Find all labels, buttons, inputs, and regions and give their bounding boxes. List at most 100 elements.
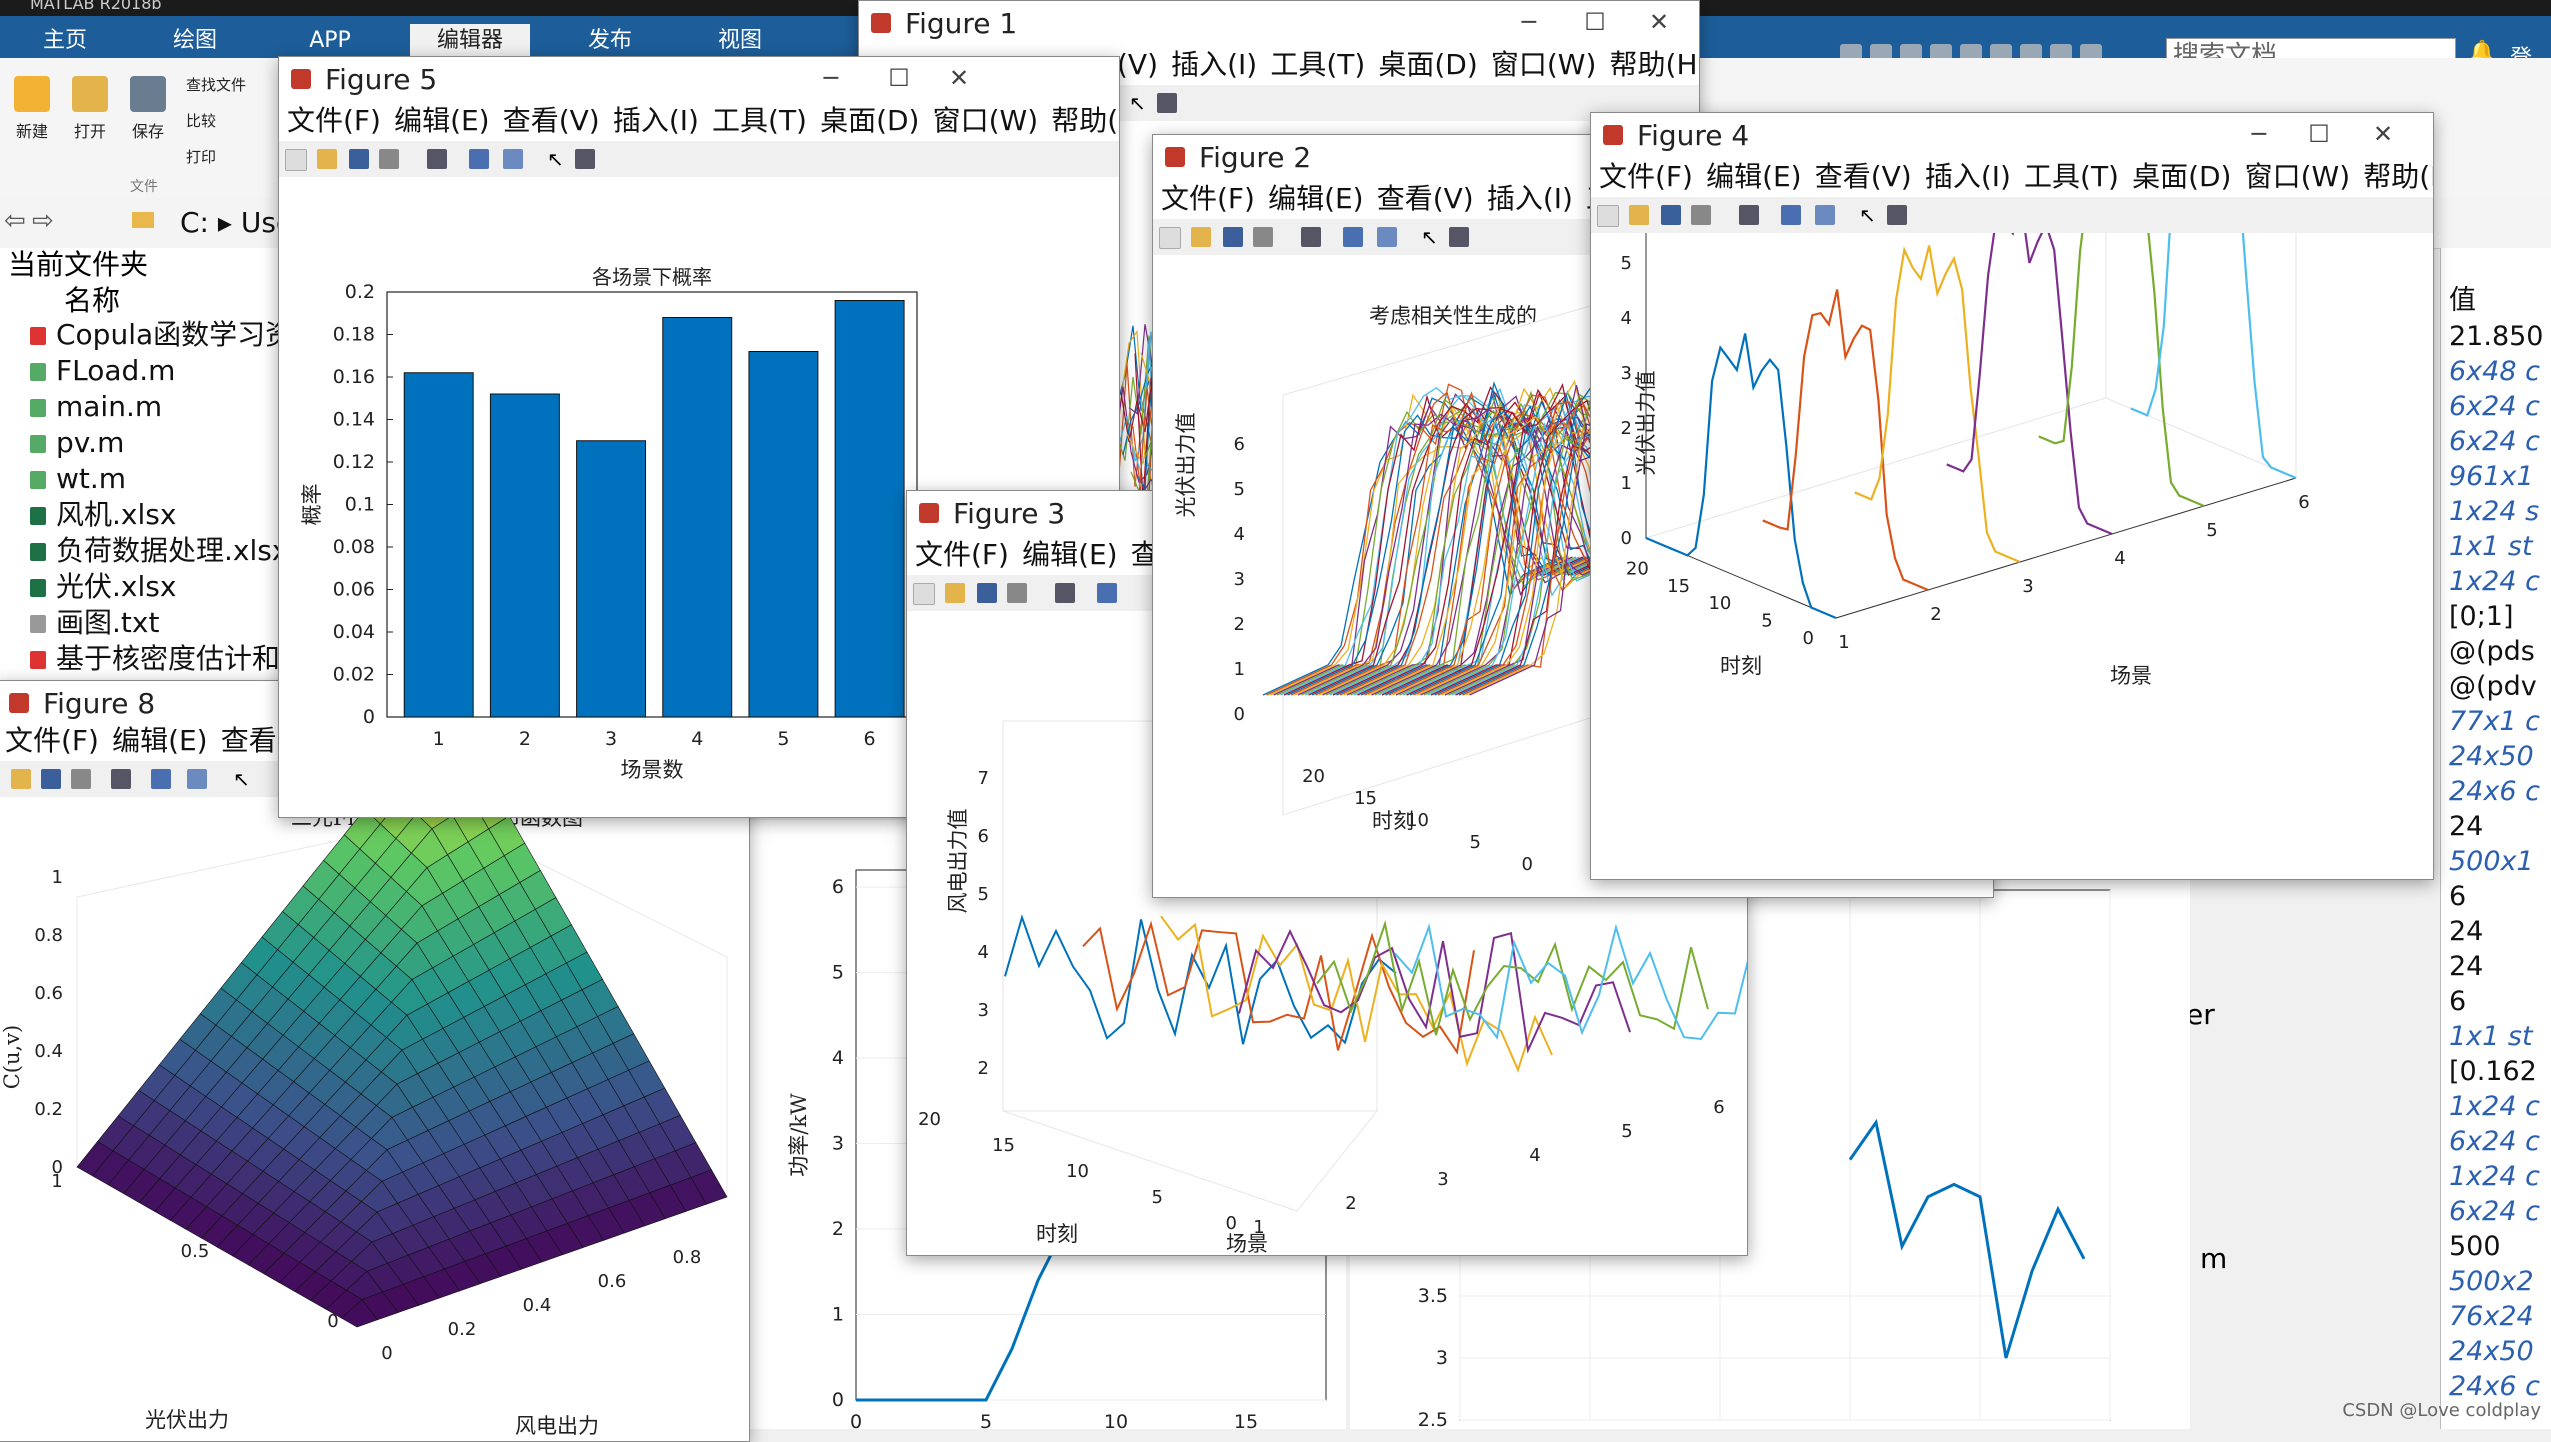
file-list-item[interactable]: 风机.xlsx — [0, 498, 176, 532]
workspace-value[interactable]: 24x50 — [2449, 740, 2534, 774]
print-icon[interactable] — [1253, 227, 1273, 247]
open-icon[interactable] — [11, 769, 31, 789]
menu-help[interactable]: 帮助(H) — [1610, 45, 1699, 85]
workspace-value[interactable]: @(pdv — [2449, 670, 2537, 704]
close-button[interactable]: ✕ — [939, 63, 979, 93]
maximize-button[interactable]: ☐ — [879, 63, 919, 93]
legend-icon[interactable] — [1815, 205, 1835, 225]
menu-view[interactable]: 查看(V) — [503, 101, 600, 141]
save-icon[interactable] — [349, 149, 369, 169]
legend-icon[interactable] — [503, 149, 523, 169]
minimize-button[interactable]: ─ — [2239, 119, 2279, 149]
save-icon[interactable] — [41, 769, 61, 789]
menu-desktop[interactable]: 桌面(D) — [2132, 157, 2231, 197]
save-icon[interactable] — [977, 583, 997, 603]
open-icon[interactable] — [317, 149, 337, 169]
menu-window[interactable]: 窗口(W) — [1491, 45, 1597, 85]
open-icon[interactable] — [945, 583, 965, 603]
menu-desktop[interactable]: 桌面(D) — [820, 101, 919, 141]
workspace-value[interactable]: 961x1 — [2449, 460, 2534, 494]
menu-view[interactable]: (V) — [1117, 45, 1158, 85]
window-title-bar[interactable]: Figure 5 ─ ☐ ✕ — [279, 57, 1119, 101]
menu-insert[interactable]: 插入(I) — [613, 101, 699, 141]
workspace-value[interactable]: 24x6 c — [2449, 1370, 2540, 1404]
link-plot-icon[interactable] — [111, 769, 131, 789]
close-button[interactable]: ✕ — [2363, 119, 2403, 149]
link-plot-icon[interactable] — [1055, 583, 1075, 603]
pointer-icon[interactable]: ↖ — [1859, 205, 1879, 225]
workspace-value[interactable]: 24x6 c — [2449, 775, 2540, 809]
menu-tools[interactable]: 工具(T) — [712, 101, 807, 141]
file-list-item[interactable]: 负荷数据处理.xlsx — [0, 534, 288, 568]
workspace-value[interactable]: 6x24 c — [2449, 1195, 2540, 1229]
workspace-value[interactable]: 1x24 c — [2449, 1090, 2540, 1124]
menu-insert[interactable]: 插入(I) — [1925, 157, 2011, 197]
menu-insert[interactable]: 插入(I) — [1487, 179, 1573, 219]
file-list-item[interactable]: pv.m — [0, 426, 124, 460]
menu-tools[interactable]: 工具(T) — [1270, 45, 1365, 85]
workspace-value[interactable]: 500 — [2449, 1230, 2501, 1264]
file-list-item[interactable]: Copula函数学习资料 — [0, 318, 321, 352]
open-icon[interactable] — [1191, 227, 1211, 247]
workspace-value[interactable]: 6x24 c — [2449, 390, 2540, 424]
menu-window[interactable]: 窗口(W) — [933, 101, 1039, 141]
window-title-bar[interactable]: Figure 4 ─ ☐ ✕ — [1591, 113, 2433, 157]
file-list-item[interactable]: FLoad.m — [0, 354, 175, 388]
workspace-value[interactable]: 24 — [2449, 810, 2483, 844]
back-icon[interactable]: ⇦ — [4, 206, 26, 236]
open-button[interactable]: 打开 — [62, 70, 118, 142]
colorbar-icon[interactable] — [1097, 583, 1117, 603]
workspace-value[interactable]: [0;1] — [2449, 600, 2514, 634]
open-icon[interactable] — [1629, 205, 1649, 225]
maximize-button[interactable]: ☐ — [1575, 7, 1615, 37]
link-plot-icon[interactable] — [1739, 205, 1759, 225]
print-icon[interactable] — [1691, 205, 1711, 225]
close-button[interactable]: ✕ — [1639, 7, 1679, 37]
print-button[interactable]: 打印 — [186, 146, 216, 167]
save-icon[interactable] — [1661, 205, 1681, 225]
menu-edit[interactable]: 编辑(E) — [1706, 157, 1802, 197]
workspace-value[interactable]: 76x24 — [2449, 1300, 2534, 1334]
workspace-value[interactable]: 21.850 — [2449, 320, 2543, 354]
menu-insert[interactable]: 插入(I) — [1171, 45, 1257, 85]
workspace-value[interactable]: 77x1 c — [2449, 705, 2540, 739]
tab-editor[interactable]: 编辑器 — [410, 24, 530, 58]
new-figure-icon[interactable] — [913, 583, 935, 605]
new-figure-icon[interactable] — [1597, 205, 1619, 227]
menu-edit[interactable]: 编辑(E) — [1268, 179, 1364, 219]
property-editor-icon[interactable] — [1157, 93, 1177, 113]
save-icon[interactable] — [1223, 227, 1243, 247]
workspace-value[interactable]: 6x24 c — [2449, 425, 2540, 459]
menu-help[interactable]: 帮助(H) — [2363, 157, 2433, 197]
figure-4-window[interactable]: Figure 4 ─ ☐ ✕ 文件(F) 编辑(E) 查看(V) 插入(I) 工… — [1590, 112, 2434, 880]
pointer-icon[interactable]: ↖ — [547, 149, 567, 169]
property-editor-icon[interactable] — [575, 149, 595, 169]
file-list-item[interactable]: main.m — [0, 390, 162, 424]
tab-home[interactable]: 主页 — [10, 24, 120, 58]
menu-edit[interactable]: 编辑(E) — [112, 721, 208, 761]
menu-view[interactable]: 查看(V) — [1815, 157, 1912, 197]
workspace-value[interactable]: 6 — [2449, 985, 2466, 1019]
workspace-value[interactable]: 24 — [2449, 950, 2483, 984]
workspace-value[interactable]: 1x24 c — [2449, 1160, 2540, 1194]
window-title-bar[interactable]: Figure 1 ─ ☐ ✕ — [859, 1, 1699, 45]
workspace-value[interactable]: @(pds — [2449, 635, 2535, 669]
workspace-value[interactable]: 6 — [2449, 880, 2466, 914]
maximize-button[interactable]: ☐ — [2299, 119, 2339, 149]
print-icon[interactable] — [379, 149, 399, 169]
property-editor-icon[interactable] — [1449, 227, 1469, 247]
legend-icon[interactable] — [1377, 227, 1397, 247]
print-icon[interactable] — [71, 769, 91, 789]
menu-edit[interactable]: 编辑(E) — [394, 101, 490, 141]
file-list-item[interactable]: wt.m — [0, 462, 126, 496]
column-header-name[interactable]: 名称 — [64, 284, 120, 318]
menu-view[interactable]: 查看(V) — [1377, 179, 1474, 219]
file-list-item[interactable]: 画图.txt — [0, 606, 159, 640]
new-figure-icon[interactable] — [1159, 227, 1181, 249]
new-button[interactable]: 新建 — [4, 70, 60, 142]
workspace-value[interactable]: 500x1 — [2449, 845, 2534, 879]
pointer-icon[interactable]: ↖ — [233, 769, 253, 789]
tab-view[interactable]: 视图 — [680, 24, 800, 58]
workspace-value[interactable]: 6x24 c — [2449, 1125, 2540, 1159]
file-list-item[interactable]: 光伏.xlsx — [0, 570, 176, 604]
